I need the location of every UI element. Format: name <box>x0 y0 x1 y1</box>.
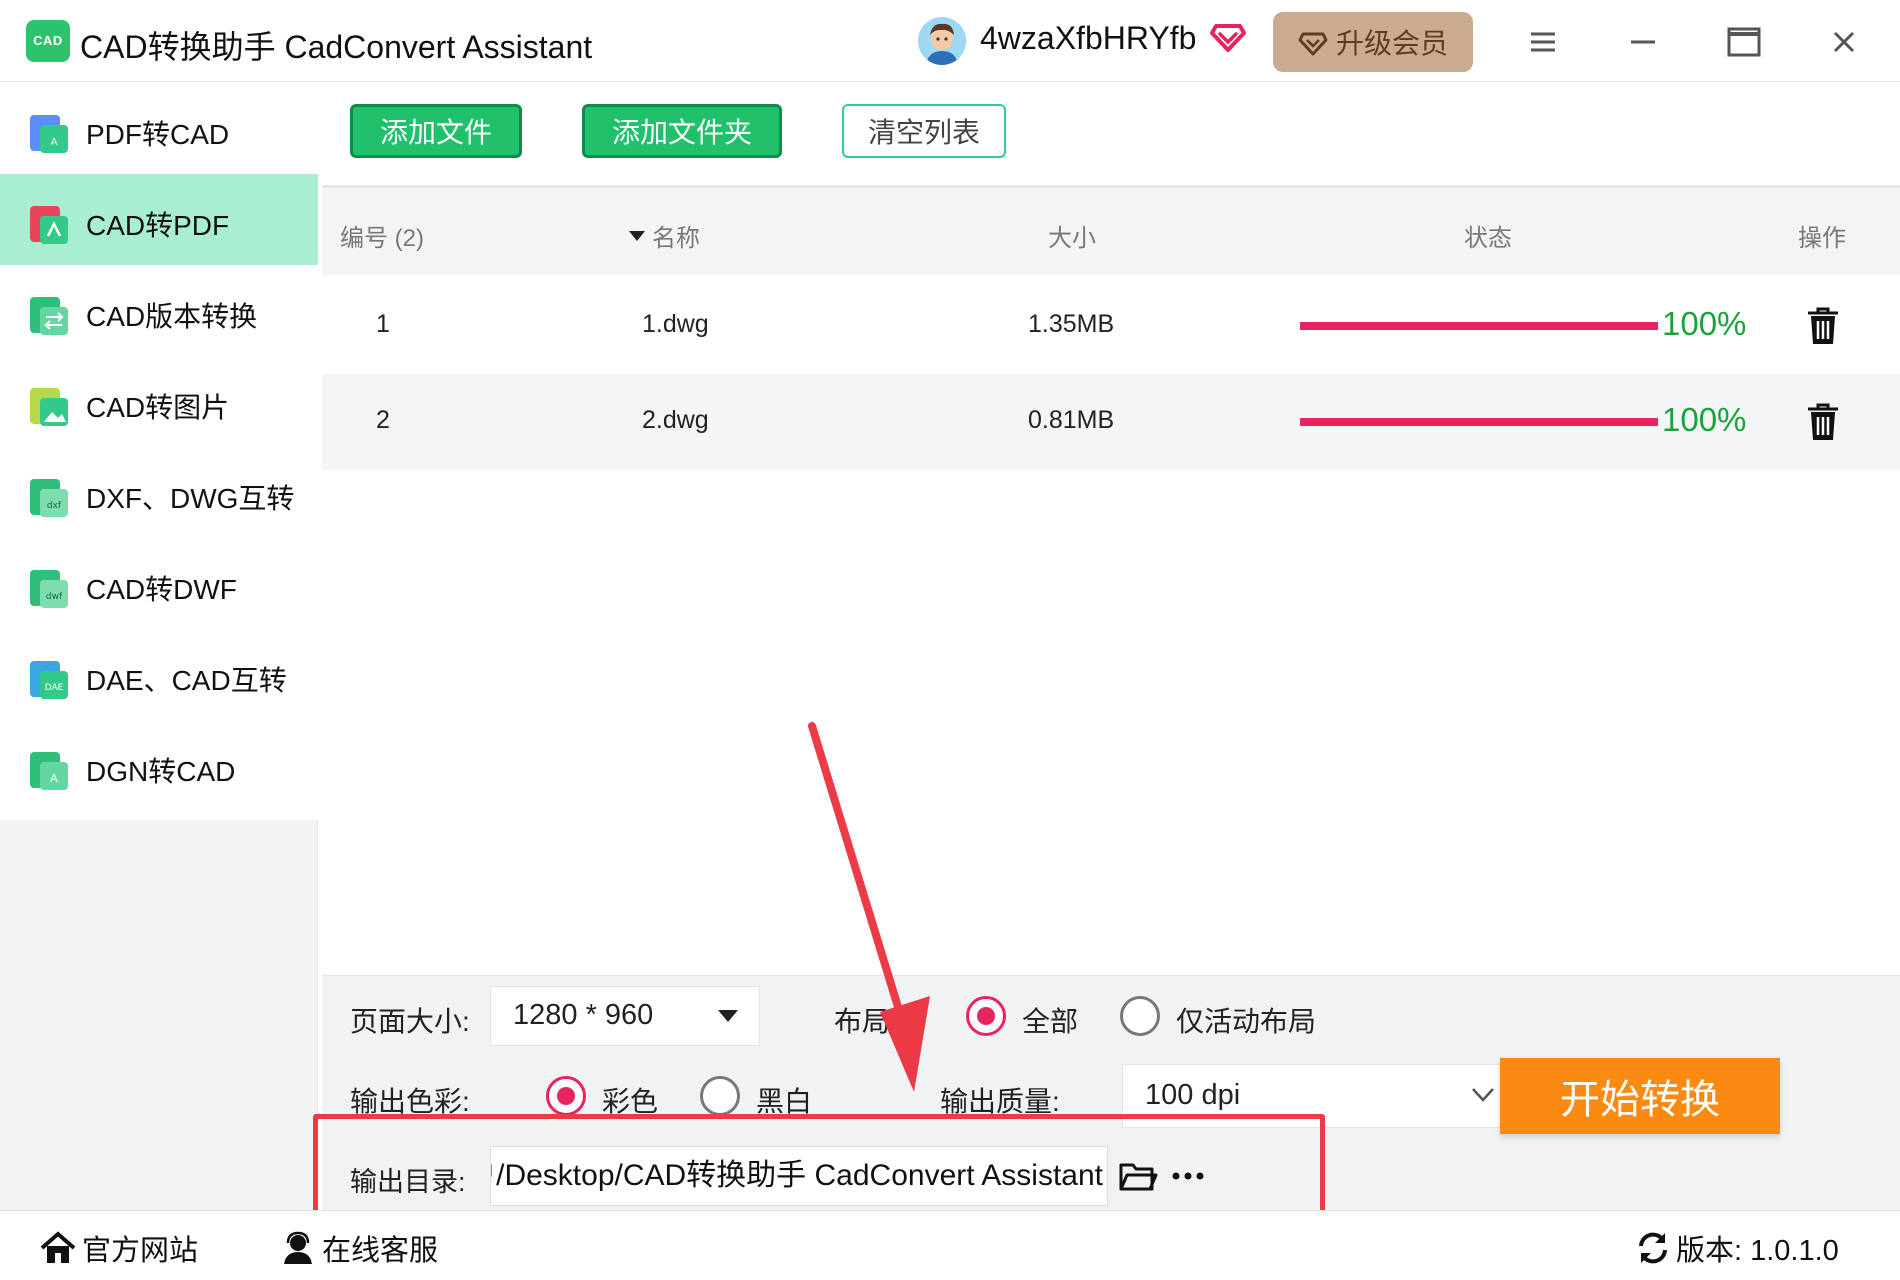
annotation-highlight-box <box>313 1114 1325 1217</box>
color-radio-color[interactable] <box>546 1076 586 1116</box>
column-header-name[interactable]: 名称 <box>628 218 700 253</box>
chevron-down-icon <box>1472 1088 1494 1102</box>
row-file-name: 1.dwg <box>642 310 709 338</box>
delete-icon[interactable] <box>1806 402 1840 442</box>
sidebar-item-label: CAD转DWF <box>86 574 237 605</box>
upgrade-button[interactable]: 升级会员 <box>1273 12 1473 72</box>
sidebar-item-pdf-to-cad[interactable]: A PDF转CAD <box>0 83 318 183</box>
layout-option-active: 仅活动布局 <box>1176 1006 1317 1037</box>
sidebar-item-cad-version[interactable]: CAD版本转换 <box>0 265 318 365</box>
sidebar: A PDF转CAD CAD转PDF CAD版本转换 CAD转图片 dxf DXF… <box>0 83 318 1210</box>
svg-text:dxf: dxf <box>47 501 62 511</box>
sidebar-item-label: CAD版本转换 <box>86 301 258 332</box>
close-icon[interactable] <box>1824 22 1864 62</box>
row-index: 1 <box>376 310 390 338</box>
support-label: 在线客服 <box>322 1235 439 1267</box>
support-link[interactable]: 在线客服 <box>280 1227 438 1269</box>
progress-percent: 100% <box>1662 401 1747 438</box>
column-header-action: 操作 <box>1798 225 1846 252</box>
row-file-name: 2.dwg <box>642 406 709 434</box>
chevron-down-icon <box>718 1010 738 1022</box>
sort-down-icon <box>629 230 645 241</box>
row-file-size: 1.35MB <box>1028 310 1115 338</box>
version-label: 版本: 1.0.1.0 <box>1676 1235 1839 1267</box>
start-convert-button[interactable]: 开始转换 <box>1500 1058 1780 1134</box>
app-logo: CAD <box>26 20 70 62</box>
add-file-button[interactable]: 添加文件 <box>350 104 522 158</box>
progress-fill <box>1300 418 1658 426</box>
pdf-to-cad-icon: A <box>28 111 70 155</box>
user-avatar[interactable] <box>918 17 966 65</box>
sidebar-item-label: CAD转PDF <box>86 210 230 241</box>
username: 4wzaXfbHRYfb <box>980 20 1197 56</box>
page-size-select[interactable]: 1280 * 960 <box>490 986 760 1046</box>
dae-cad-icon: DAE <box>28 657 70 701</box>
layout-option-all: 全部 <box>1022 1006 1079 1037</box>
svg-text:dwf: dwf <box>46 592 63 602</box>
progress-percent: 100% <box>1662 305 1747 342</box>
row-file-size: 0.81MB <box>1028 406 1115 434</box>
version-info[interactable]: 版本: 1.0.1.0 <box>1636 1227 1839 1269</box>
clear-list-button[interactable]: 清空列表 <box>842 104 1006 158</box>
sidebar-item-label: DXF、DWG互转 <box>86 483 295 514</box>
page-size-label: 页面大小: <box>350 1006 470 1037</box>
sidebar-item-cad-to-image[interactable]: CAD转图片 <box>0 356 318 456</box>
svg-text:A: A <box>51 137 58 148</box>
annotation-arrow-icon <box>808 722 930 1092</box>
table-header: 编号 (2) 名称 大小 状态 操作 <box>322 185 1900 275</box>
page-size-value: 1280 * 960 <box>513 999 654 1031</box>
progress-fill <box>1300 322 1658 330</box>
sidebar-item-dgn-to-cad[interactable]: A DGN转CAD <box>0 720 318 820</box>
menu-icon[interactable] <box>1523 22 1563 62</box>
row-index: 2 <box>376 406 390 434</box>
sidebar-item-label: DGN转CAD <box>86 756 236 787</box>
website-link[interactable]: 官方网站 <box>40 1227 198 1269</box>
sidebar-item-cad-to-pdf[interactable]: CAD转PDF <box>0 174 318 274</box>
sidebar-item-dxf-dwg[interactable]: dxf DXF、DWG互转 <box>0 447 318 547</box>
delete-icon[interactable] <box>1806 306 1840 346</box>
table-row[interactable]: 1 1.dwg 1.35MB 100% <box>322 278 1900 374</box>
add-folder-button[interactable]: 添加文件夹 <box>582 104 782 158</box>
progress-bar <box>1300 322 1658 330</box>
dxf-dwg-icon: dxf <box>28 475 70 519</box>
sidebar-item-label: CAD转图片 <box>86 392 230 423</box>
table-row[interactable]: 2 2.dwg 0.81MB 100% <box>322 374 1900 470</box>
home-icon <box>40 1231 76 1263</box>
progress-bar <box>1300 418 1658 426</box>
column-header-status[interactable]: 状态 <box>1464 218 1512 253</box>
cad-version-icon <box>28 293 70 337</box>
maximize-icon[interactable] <box>1724 22 1764 62</box>
title-bar: CAD CAD转换助手 CadConvert Assistant 4wzaXfb… <box>0 0 1900 82</box>
cad-to-dwf-icon: dwf <box>28 566 70 610</box>
upgrade-label: 升级会员 <box>1335 28 1448 59</box>
support-agent-icon <box>284 1231 312 1264</box>
svg-text:A: A <box>50 772 58 785</box>
column-header-index[interactable]: 编号 (2) <box>340 218 424 253</box>
quality-value: 100 dpi <box>1145 1079 1241 1111</box>
sidebar-item-cad-to-dwf[interactable]: dwf CAD转DWF <box>0 538 318 638</box>
app-title: CAD转换助手 CadConvert Assistant <box>80 29 593 65</box>
sidebar-item-label: DAE、CAD互转 <box>86 665 287 696</box>
column-header-name-label: 名称 <box>652 225 700 252</box>
svg-text:DAE: DAE <box>45 683 64 693</box>
sidebar-item-dae-cad[interactable]: DAE DAE、CAD互转 <box>0 629 318 729</box>
layout-radio-active[interactable] <box>1120 996 1160 1036</box>
layout-radio-all[interactable] <box>966 996 1006 1036</box>
footer: 官方网站 在线客服 版本: 1.0.1.0 <box>0 1210 1900 1280</box>
cad-to-pdf-icon <box>28 202 70 246</box>
color-radio-bw[interactable] <box>700 1076 740 1116</box>
vip-diamond-icon <box>1210 18 1246 54</box>
column-header-size[interactable]: 大小 <box>1048 218 1096 253</box>
diamond-icon <box>1298 32 1328 56</box>
refresh-icon <box>1639 1232 1667 1264</box>
cad-to-image-icon <box>28 384 70 428</box>
dgn-to-cad-icon: A <box>28 748 70 792</box>
minimize-icon[interactable] <box>1623 22 1663 62</box>
website-label: 官方网站 <box>82 1235 199 1267</box>
sidebar-item-label: PDF转CAD <box>86 119 230 150</box>
